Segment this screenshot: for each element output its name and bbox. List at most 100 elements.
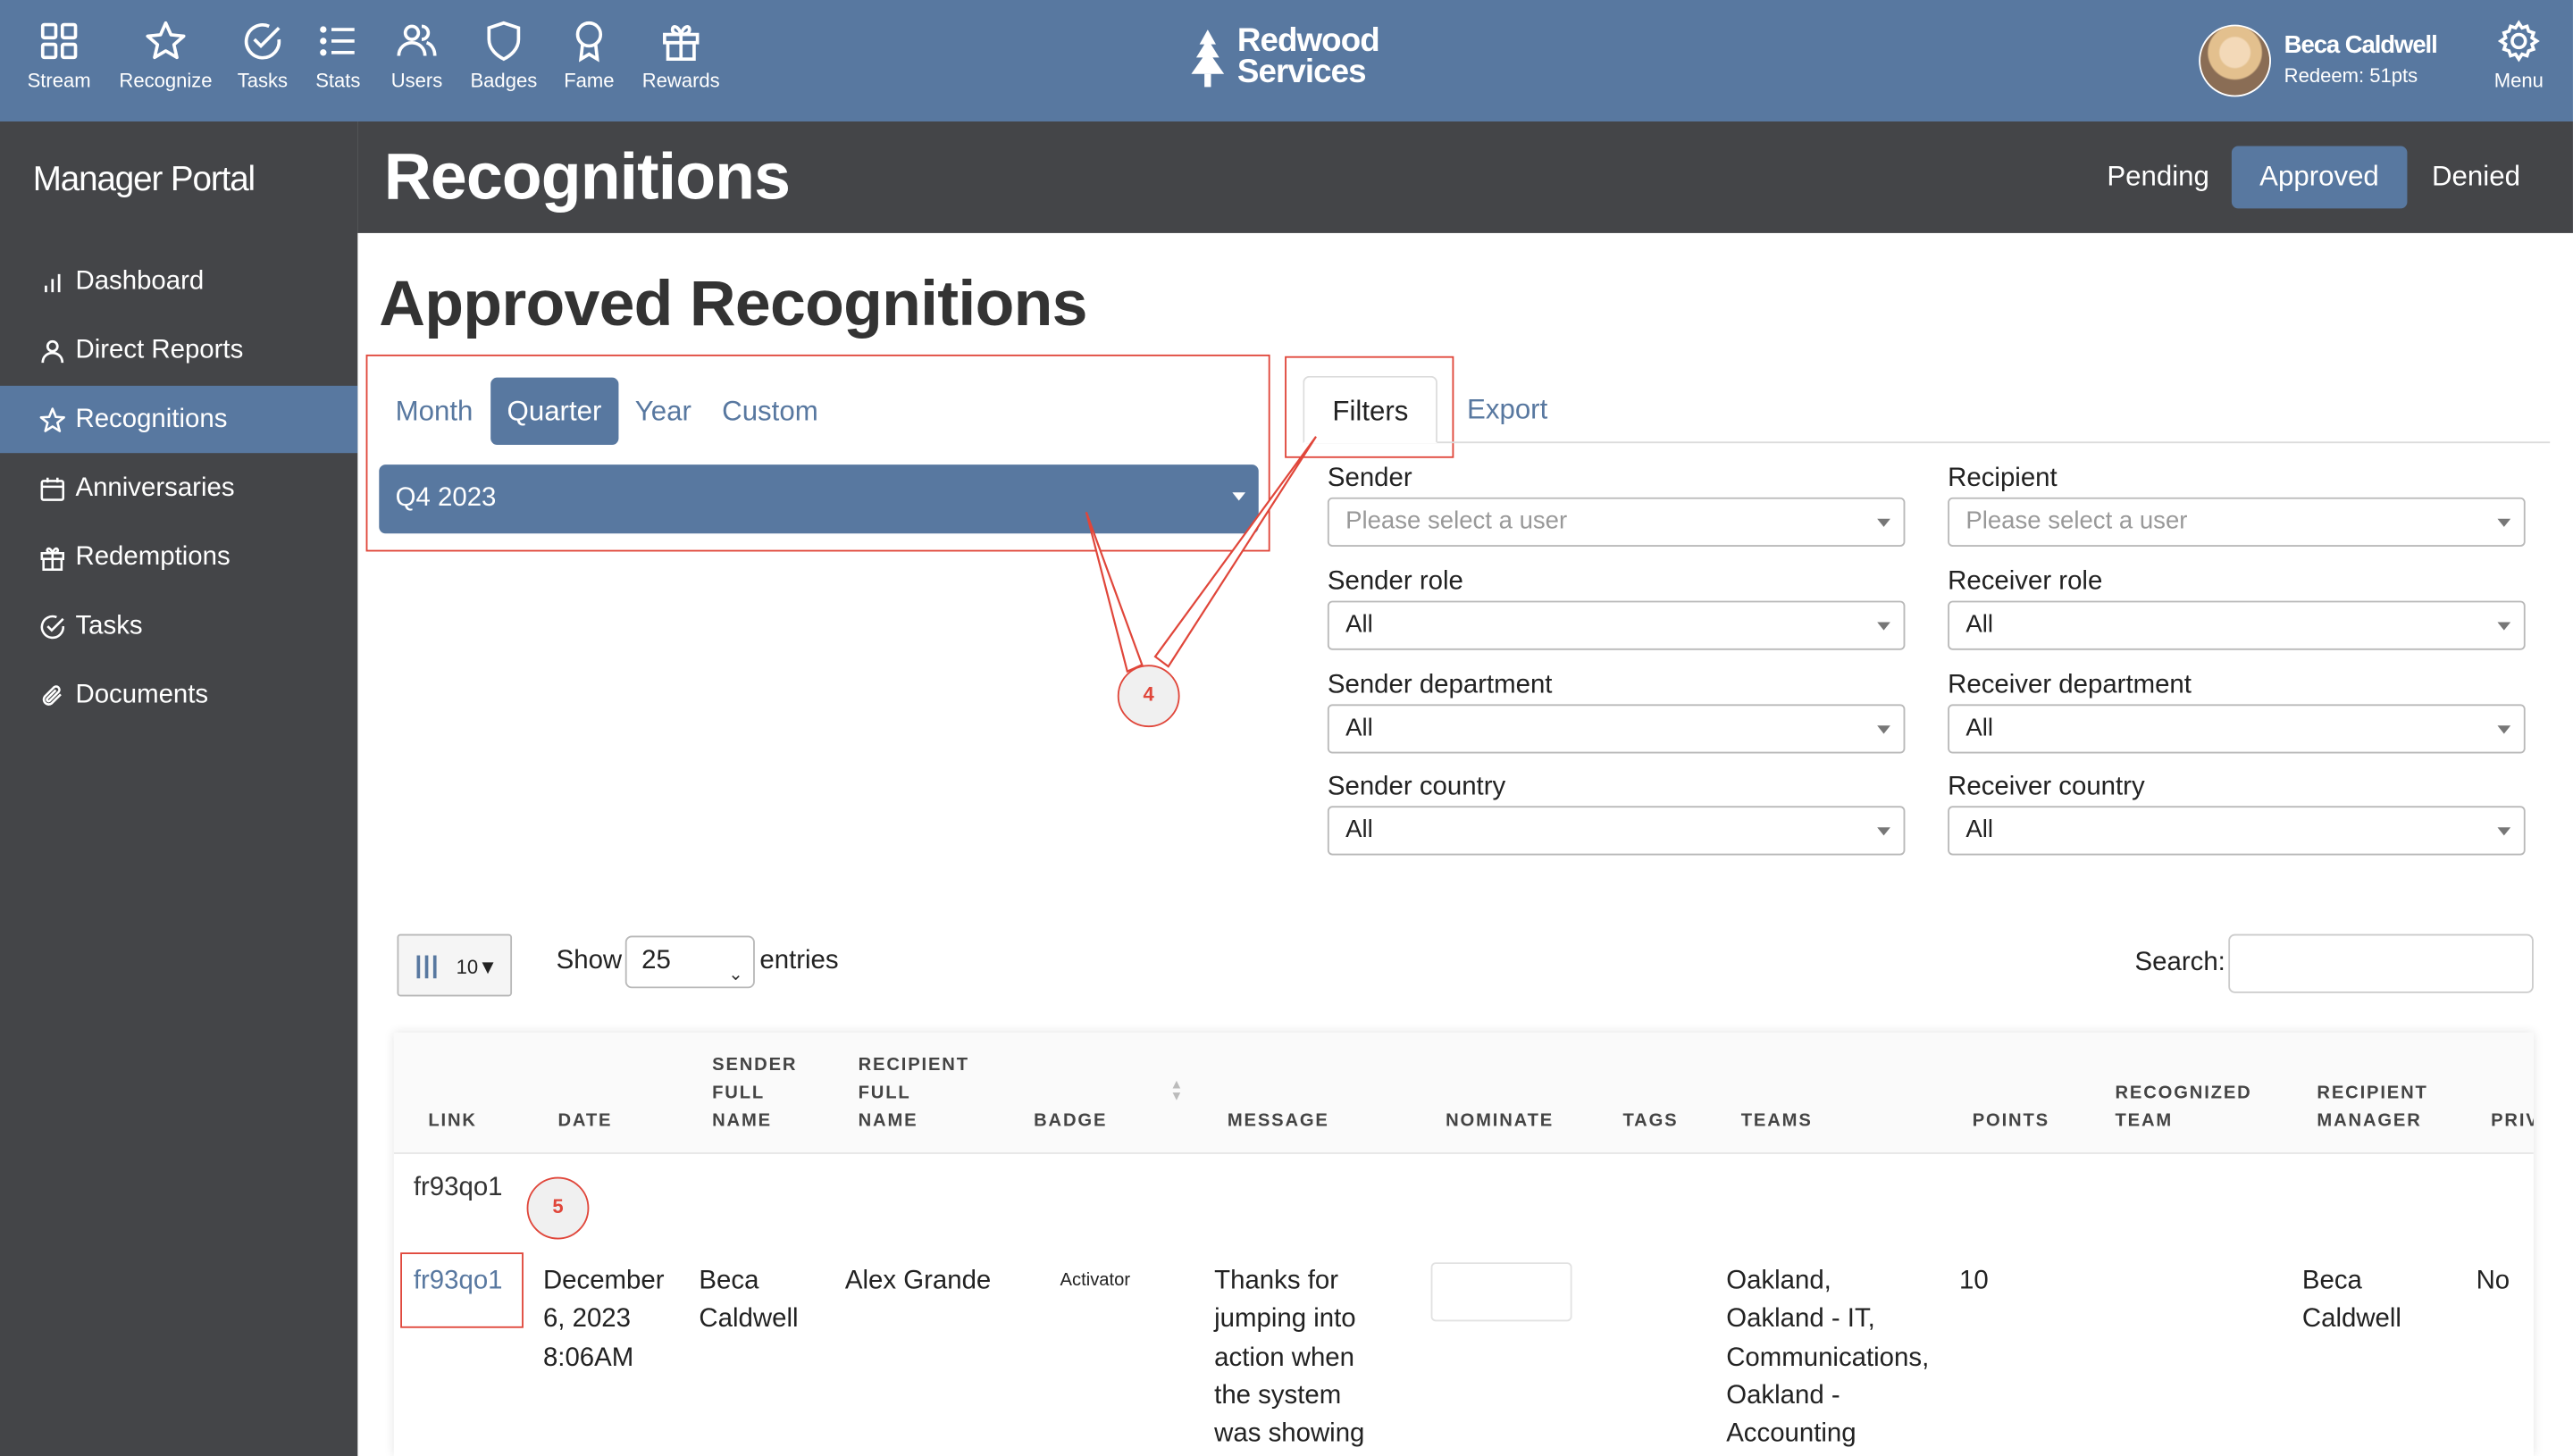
row-sender: Beca Caldwell [699,1262,798,1339]
header-text: DATE [557,1111,613,1132]
column-header-recipient-manager[interactable]: RECIPIENT MANAGER [2317,1080,2427,1135]
sender-department-select[interactable]: All [1327,704,1906,754]
award-icon [575,21,603,63]
sidebar-item-tasks[interactable]: Tasks [0,592,357,659]
page-size-select[interactable]: 25 ⌄ [624,935,755,989]
nav-stats-label: Stats [315,69,361,92]
recipient-select-placeholder: Please select a user [1965,506,2188,536]
table-header: LINK DATE SENDER FULL NAME RECIPIENT FUL… [393,1032,2534,1154]
recipient-select[interactable]: Please select a user [1948,497,2526,547]
chevron-down-icon [1877,622,1890,631]
sender-label: Sender [1327,464,1412,493]
nav-users-label: Users [390,69,443,92]
nominate-input[interactable] [1430,1262,1572,1322]
date-line: 8:06AM [542,1343,634,1372]
user-profile[interactable]: Beca Caldwell Redeem: 51pts [2199,24,2461,101]
column-header-teams[interactable]: TEAMS [1741,1108,1813,1135]
message-line: was showing [1214,1419,1365,1449]
page-header: Recognitions Pending Approved Denied [357,121,2573,233]
header-text: TEAMS [1740,1111,1813,1132]
column-header-recipient[interactable]: RECIPIENT FULL NAME [859,1052,969,1136]
column-header-date[interactable]: DATE [557,1108,612,1135]
column-header-message[interactable]: MESSAGE [1228,1108,1329,1135]
column-header-points[interactable]: POINTS [1973,1108,2049,1135]
column-visibility-button[interactable]: 10▼ [397,933,513,997]
header-text: FULL [858,1083,911,1103]
check-circle-icon [40,615,65,640]
header-text: NAME [858,1111,918,1132]
nav-rewards[interactable]: Rewards [632,20,730,92]
chevron-down-icon [1877,518,1890,527]
sidebar-item-dashboard[interactable]: Dashboard [0,247,357,314]
recognitions-table: LINK DATE SENDER FULL NAME RECIPIENT FUL… [393,1032,2534,1456]
header-text: TEAM [2115,1111,2174,1132]
tab-denied[interactable]: Denied [2404,146,2548,209]
tab-filters[interactable]: Filters [1303,375,1438,444]
receiver-department-select[interactable]: All [1948,704,2526,754]
menu-label: Menu [2493,69,2544,92]
nav-badges[interactable]: Badges [455,20,553,92]
column-header-recognized-team[interactable]: RECOGNIZED TEAM [2116,1080,2252,1135]
nav-fame[interactable]: Fame [540,20,638,92]
column-header-tags[interactable]: TAGS [1622,1108,1678,1135]
nav-recognize-label: Recognize [119,69,213,92]
row-private: No [2476,1267,2510,1295]
column-header-badge[interactable]: BADGE [1034,1108,1107,1135]
column-header-sender[interactable]: SENDER FULL NAME [712,1052,797,1136]
star-icon [39,407,65,432]
receiver-country-select[interactable]: All [1948,806,2526,856]
sender-country-select[interactable]: All [1327,806,1906,856]
header-text: FULL [712,1083,766,1103]
sidebar-item-direct-reports[interactable]: Direct Reports [0,317,357,384]
name-line: Caldwell [2301,1305,2401,1334]
sidebar-item-anniversaries[interactable]: Anniversaries [0,455,357,522]
sidebar-item-redemptions[interactable]: Redemptions [0,523,357,590]
chevron-down-icon [1877,725,1890,734]
nav-stream[interactable]: Stream [10,20,108,92]
tab-pending[interactable]: Pending [2079,146,2237,209]
avatar[interactable] [2199,24,2271,97]
column-header-private[interactable]: PRIV [2491,1108,2534,1135]
message-line: Thanks for [1214,1267,1339,1295]
sender-role-select[interactable]: All [1327,600,1906,650]
chevron-down-icon [2497,827,2511,836]
nav-recognize[interactable]: Recognize [116,20,214,92]
paperclip-icon [42,685,62,706]
nav-users[interactable]: Users [367,20,465,92]
sidebar-item-documents[interactable]: Documents [0,662,357,729]
nav-tasks-label: Tasks [237,69,289,92]
message-line: jumping into [1214,1305,1356,1334]
message-line: action when [1214,1343,1354,1372]
tab-export[interactable]: Export [1439,376,1576,443]
search-input[interactable] [2228,933,2534,993]
shield-icon [487,21,521,62]
annotation-box-link [400,1252,524,1328]
receiver-country-value: All [1965,816,1993,844]
date-line: 6, 2023 [542,1305,632,1334]
header-text: RECIPIENT [2317,1083,2428,1103]
column-header-nominate[interactable]: NOMINATE [1446,1108,1554,1135]
sidebar-item-label: Documents [75,681,209,709]
brand-logo[interactable]: Redwood Services [1188,25,1402,98]
team-line: Oakland - [1726,1382,1840,1410]
message-line: the system [1214,1382,1342,1410]
page-size-value: 25 [641,947,671,975]
show-label: Show [556,947,623,975]
menu-button[interactable]: Menu [2475,20,2563,92]
recipient-label: Recipient [1948,464,2058,493]
row-recipient: Alex Grande [844,1267,992,1295]
tab-approved[interactable]: Approved [2231,146,2408,209]
sidebar: Manager Portal Dashboard Direct Reports … [0,121,358,1456]
header-text: NOMINATE [1446,1111,1555,1132]
sort-icon[interactable]: ▲ ▼ [1170,1077,1184,1102]
sender-select-placeholder: Please select a user [1345,506,1568,536]
column-header-link[interactable]: LINK [428,1108,476,1135]
sender-select[interactable]: Please select a user [1327,497,1906,547]
header-text: PRIV [2491,1111,2534,1132]
entries-label: entries [759,947,839,975]
brand-line-2: Services [1236,54,1367,91]
person-icon [41,339,64,364]
sidebar-item-recognitions[interactable]: Recognitions [0,385,358,454]
nav-stream-label: Stream [27,69,91,92]
receiver-role-select[interactable]: All [1948,600,2526,650]
